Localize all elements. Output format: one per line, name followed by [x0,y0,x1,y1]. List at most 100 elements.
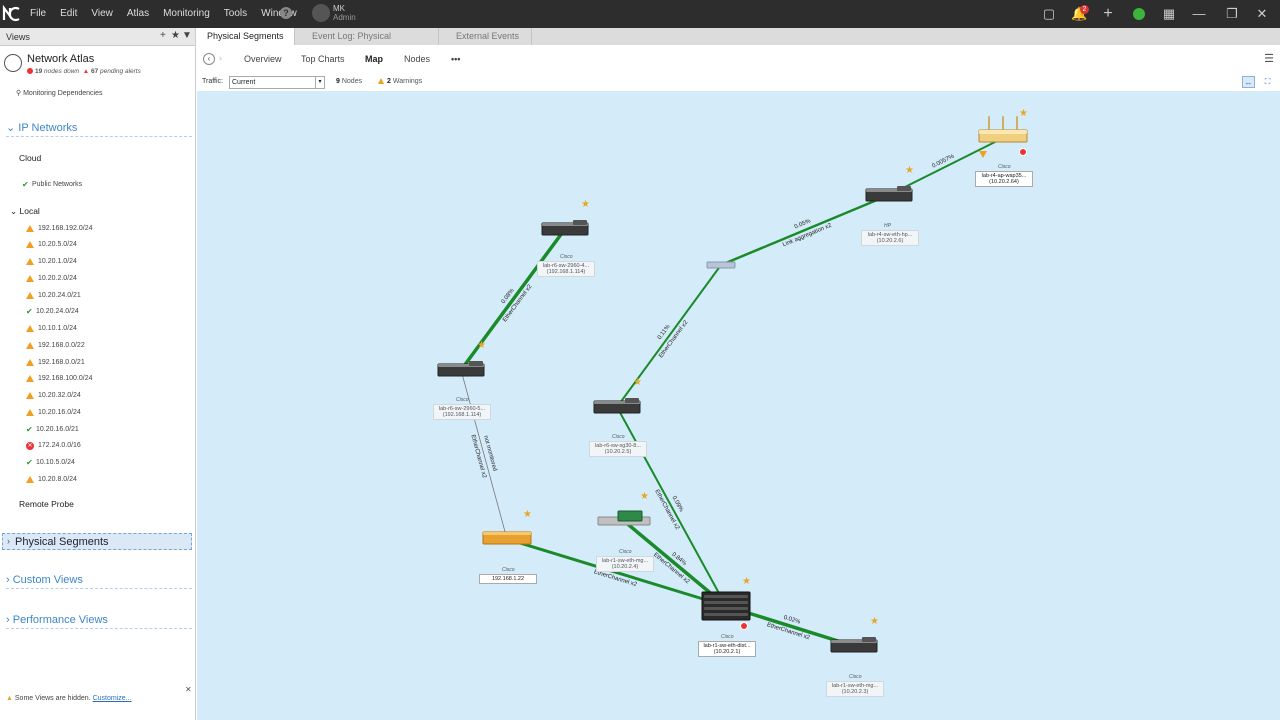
warning-icon [26,408,34,416]
star-icon[interactable]: ★ [633,377,642,388]
alarm-icon[interactable] [1019,148,1027,156]
help-icon[interactable]: ? [280,7,292,19]
nav-nodes[interactable]: Nodes [404,54,430,64]
node-label[interactable]: lab-r1-sw-eth-mg... (10.20.2.4) [596,556,654,572]
status-icon[interactable] [1131,6,1147,22]
public-networks-item[interactable]: ✔ Public Networks [22,178,82,190]
cloud-header[interactable]: Cloud [19,153,41,163]
node-vendor: Cisco [612,434,625,440]
star-icon[interactable]: ★ [1019,108,1028,119]
card-icon[interactable] [597,510,651,526]
node-label[interactable]: lab-r4-sw-eth-hp... (10.20.2.6) [861,230,919,246]
switch-icon[interactable] [865,186,913,202]
node-label[interactable]: lab-r1-sw-eth-mg... (10.20.2.3) [826,681,884,697]
node-label[interactable]: lab-r4-ap-wap35... (10.20.2.64) [975,171,1033,187]
switch-icon[interactable] [541,220,589,236]
node-label[interactable]: lab-r6-sw-2960-5... (192.168.1.114) [433,404,491,420]
network-item[interactable]: ✕ 172.24.0.0/16 [26,440,81,452]
alarm-icon[interactable] [740,622,748,630]
monitoring-dependencies[interactable]: ⚲ Monitoring Dependencies [16,89,102,97]
core-icon[interactable] [701,591,751,621]
switch-icon[interactable] [437,361,485,377]
star-icon[interactable]: ★ [581,199,590,210]
node-label[interactable]: 192.168.1.22 [479,574,537,584]
add-icon[interactable]: + [1100,6,1116,22]
tab-physical-segments[interactable]: Physical Segments [197,28,295,45]
tab-event-log[interactable]: Event Log: Physical Segments [302,28,439,58]
grid-icon[interactable]: ▦ [1161,6,1177,22]
hub-icon[interactable] [706,261,736,269]
star-icon[interactable]: ★ [640,491,649,502]
router-icon[interactable] [482,531,532,545]
forward-button[interactable]: › [219,53,222,63]
node-label[interactable]: lab-r6-sw-2960-4... (192.168.1.114) [537,261,595,277]
restore-icon[interactable]: ❐ [1224,6,1240,22]
network-atlas[interactable]: Network Atlas 19 nodes down ▲ 67 pending… [2,52,192,84]
fit-width-button[interactable]: ↔ [1242,76,1255,88]
local-header[interactable]: ⌄ Local [10,206,40,217]
network-item[interactable]: 10.20.8.0/24 [26,473,77,485]
menu-icon[interactable]: ☰ [1264,52,1274,65]
dismiss-icon[interactable]: ✕ [185,685,192,694]
customize-link[interactable]: Customize... [93,695,132,702]
warnings-count[interactable]: 2 Warnings [378,78,422,85]
network-item[interactable]: ✔ 10.20.24.0/24 [26,306,79,318]
network-item[interactable]: 10.20.1.0/24 [26,256,77,268]
star-icon[interactable]: ★ [742,576,751,587]
network-item[interactable]: 10.20.24.0/21 [26,289,81,301]
warning-icon [26,341,34,349]
switch-icon[interactable] [593,398,641,414]
custom-views-section[interactable]: › Custom Views [6,574,192,589]
star-icon[interactable]: ★ [477,340,486,351]
back-button[interactable]: ‹ [203,53,215,65]
favorite-icon[interactable]: ★ [171,30,180,41]
network-item[interactable]: 192.168.0.0/21 [26,356,85,368]
nodes-count[interactable]: 9 Nodes [336,78,362,85]
tab-external-events[interactable]: External Events [446,28,532,45]
fullscreen-button[interactable]: ⛶ [1261,76,1274,88]
network-name: 10.20.32.0/24 [38,392,81,399]
network-item[interactable]: 10.20.16.0/24 [26,406,81,418]
menu-tools[interactable]: Tools [224,8,247,19]
briefcase-icon[interactable]: ▢ [1041,6,1057,22]
star-icon[interactable]: ★ [523,509,532,520]
star-icon[interactable]: ★ [905,165,914,176]
remote-probe-header[interactable]: Remote Probe [19,499,74,509]
node-label[interactable]: lab-r1-sw-eth-dist... (10.20.2.1) [698,641,756,657]
add-view-icon[interactable]: + [160,30,166,41]
network-item[interactable]: 10.10.1.0/24 [26,323,77,335]
physical-segments-section[interactable]: Physical Segments › [2,533,192,550]
minimize-icon[interactable]: — [1191,6,1207,22]
close-icon[interactable]: ✕ [1254,6,1270,22]
ip-networks-section[interactable]: ⌄ IP Networks [6,121,192,137]
traffic-select[interactable]: Current ▾ [229,76,325,89]
performance-views-section[interactable]: › Performance Views [6,614,192,629]
menu-edit[interactable]: Edit [60,8,77,19]
star-icon[interactable]: ★ [870,616,879,627]
network-item[interactable]: 10.20.5.0/24 [26,239,77,251]
network-link[interactable] [460,369,508,540]
network-item[interactable]: 192.168.0.0/22 [26,339,85,351]
network-item[interactable]: 10.20.2.0/24 [26,272,77,284]
more-button[interactable]: ••• [451,54,460,64]
nav-map[interactable]: Map [365,54,383,64]
ap-icon[interactable] [978,116,1028,143]
nav-top-charts[interactable]: Top Charts [301,54,345,64]
network-item[interactable]: 10.20.32.0/24 [26,390,81,402]
network-item[interactable]: ✔ 10.20.16.0/21 [26,423,79,435]
network-item[interactable]: 192.168.100.0/24 [26,373,93,385]
avatar[interactable] [312,4,330,22]
nav-overview[interactable]: Overview [244,54,282,64]
filter-icon[interactable]: ▼ [182,30,192,41]
warning-icon[interactable] [979,151,987,158]
menu-view[interactable]: View [91,8,113,19]
menu-monitoring[interactable]: Monitoring [163,8,210,19]
network-item[interactable]: 192.168.192.0/24 [26,222,93,234]
node-label[interactable]: lab-r6-sw-sg30-8... (10.20.2.5) [589,441,647,457]
menu-atlas[interactable]: Atlas [127,8,149,19]
warning-icon [26,224,34,232]
network-item[interactable]: ✔ 10.10.5.0/24 [26,457,75,469]
network-link[interactable] [506,537,727,608]
network-map[interactable]: 0.08% EtherChannel x2 not monitored EtherCh… [197,91,1280,720]
menu-file[interactable]: File [30,8,46,19]
